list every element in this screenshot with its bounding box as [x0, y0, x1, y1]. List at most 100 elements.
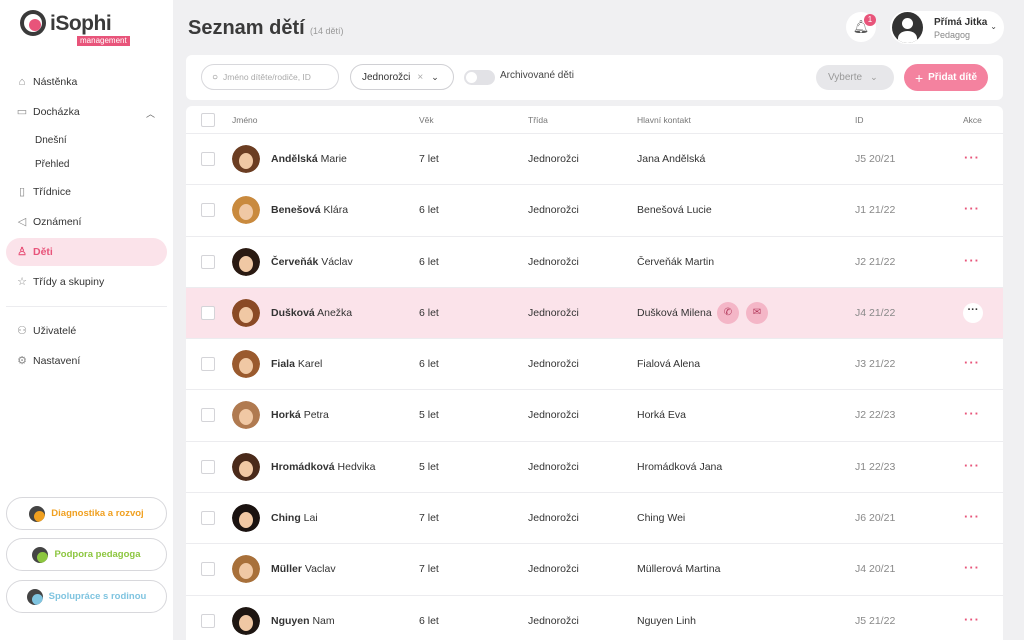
row-checkbox[interactable]	[201, 408, 215, 423]
row-checkbox[interactable]	[201, 254, 215, 269]
sidebar-item-uzivatele[interactable]: ⚇ Uživatelé	[6, 317, 167, 345]
add-child-button[interactable]: + Přidat dítě	[904, 64, 988, 91]
sidebar-item-tridy[interactable]: ☆ Třídy a skupiny	[6, 268, 167, 296]
child-avatar	[232, 350, 260, 379]
child-firstname: Anežka	[317, 306, 353, 319]
add-child-label: Přidat dítě	[928, 72, 978, 83]
archived-toggle[interactable]	[464, 70, 495, 85]
column-header-class[interactable]: Třída	[528, 115, 548, 125]
child-avatar	[232, 196, 260, 225]
child-surname: Fiala	[271, 358, 295, 371]
table-row[interactable]: Červeňák Václav 6 let Jednorožci Červeňák M…	[186, 237, 1003, 288]
more-icon: ···	[964, 201, 980, 217]
more-icon: ···	[964, 406, 980, 422]
row-actions-button[interactable]: ···	[964, 151, 980, 164]
user-menu[interactable]: Přímá Jitka Pedagog ⌄	[890, 11, 1004, 44]
child-name[interactable]: Hromádková Hedvika	[271, 461, 375, 473]
table-row[interactable]: Andělská Marie 7 let Jednorožci Jana Anděls…	[186, 134, 1003, 186]
table-row[interactable]: Ching Lai 7 let Jednorožci Ching Wei J6 20/2…	[186, 493, 1003, 545]
row-checkbox[interactable]	[201, 152, 215, 166]
avatar-face	[239, 614, 253, 631]
child-name[interactable]: Müller Vaclav	[271, 563, 336, 575]
podpora-label: Podpora pedagoga	[54, 549, 141, 560]
row-actions-button[interactable]: ···	[964, 201, 980, 217]
table-row[interactable]: Horká Petra 5 let Jednorožci Horká Eva J2 22…	[186, 390, 1003, 442]
diagnostika-label: Diagnostika a rozvoj	[51, 508, 144, 519]
plus-icon: +	[914, 69, 924, 86]
main-contact: Horká Eva	[637, 409, 687, 422]
table-row[interactable]: Fiala Karel 6 let Jednorožci Fialová Alena J…	[186, 339, 1003, 391]
sidebar-item-deti[interactable]: ♙ Děti	[6, 238, 167, 266]
column-header-actions: Akce	[963, 115, 982, 125]
row-checkbox[interactable]	[201, 511, 215, 526]
more-icon: ···	[967, 303, 979, 316]
child-age: 7 let	[419, 153, 439, 165]
column-header-id[interactable]: ID	[855, 115, 864, 125]
search-input[interactable]	[223, 72, 334, 82]
spoluprace-button[interactable]: Spolupráce s rodinou	[6, 580, 167, 613]
child-name[interactable]: Benešová Klára	[271, 204, 348, 216]
child-name[interactable]: Andělská Marie	[271, 153, 347, 165]
child-name[interactable]: Fiala Karel	[271, 358, 322, 370]
row-checkbox[interactable]	[201, 305, 215, 320]
table-row[interactable]: Dušková Anežka 6 let Jednorožci Dušková Mil…	[186, 287, 1003, 340]
row-actions-button[interactable]: ···	[964, 459, 980, 472]
child-name[interactable]: Horká Petra	[271, 409, 329, 421]
sidebar-subitem-prehled[interactable]: Přehled	[35, 152, 173, 176]
search-box[interactable]: ○	[201, 64, 339, 90]
row-actions-button[interactable]: ···	[964, 510, 980, 523]
call-button[interactable]: ✆	[717, 301, 739, 324]
child-name[interactable]: Dušková Anežka	[271, 307, 352, 319]
child-class: Jednorožci	[528, 563, 579, 576]
table-row[interactable]: Müller Vaclav 7 let Jednorožci Müllerová Ma…	[186, 544, 1003, 596]
podpora-pedagoga-button[interactable]: Podpora pedagoga	[6, 538, 167, 571]
child-avatar	[232, 555, 260, 584]
column-header-name[interactable]: Jméno	[232, 115, 258, 125]
row-actions-button[interactable]: ···	[964, 613, 980, 626]
app-logo[interactable]: iSophi management	[20, 10, 130, 46]
row-actions-button[interactable]: ···	[964, 406, 980, 422]
child-id: J2 21/22	[855, 255, 896, 268]
clear-filter-icon[interactable]: ×	[417, 72, 423, 83]
row-checkbox[interactable]	[201, 203, 215, 218]
child-name[interactable]: Nguyen Nam	[271, 615, 335, 627]
column-header-age[interactable]: Věk	[419, 115, 434, 125]
diagnostika-button[interactable]: Diagnostika a rozvoj	[6, 497, 167, 530]
sidebar-subitem-dnesni[interactable]: Dnešní	[35, 128, 173, 152]
row-checkbox[interactable]	[201, 562, 215, 577]
table-header: Jméno Věk Třída Hlavní kontakt ID Akce	[186, 106, 1003, 134]
row-actions-button[interactable]: ···	[964, 561, 980, 574]
sidebar-item-oznameni[interactable]: ◁ Oznámení	[6, 208, 167, 236]
select-all-checkbox[interactable]	[201, 113, 215, 127]
child-name[interactable]: Červeňák Václav	[271, 256, 353, 268]
row-checkbox[interactable]	[201, 357, 215, 372]
child-firstname: Hedvika	[337, 460, 376, 473]
table-row[interactable]: Benešová Klára 6 let Jednorožci Benešová Lu…	[186, 185, 1003, 237]
row-actions-button[interactable]: ···	[964, 356, 980, 369]
class-filter[interactable]: Jednorožci × ⌄	[350, 64, 454, 90]
home-icon: ⌂	[18, 76, 26, 88]
main-contact: Müllerová Martina	[637, 563, 721, 576]
child-name[interactable]: Ching Lai	[271, 512, 318, 524]
sidebar: iSophi management ⌂ Nástěnka ▭ Docházka …	[0, 0, 173, 640]
sidebar-item-nastaveni[interactable]: ⚙ Nastavení	[6, 347, 167, 375]
sidebar-item-tridnice[interactable]: ▯ Třídnice	[6, 178, 167, 206]
table-row[interactable]: Nguyen Nam 6 let Jednorožci Nguyen Linh J5 2…	[186, 596, 1003, 640]
sidebar-item-dochazka[interactable]: ▭ Docházka ︿	[6, 98, 167, 126]
sidebar-item-label: Docházka	[33, 106, 80, 118]
child-firstname: Václav	[321, 255, 353, 268]
email-button[interactable]: ✉	[746, 301, 768, 324]
notification-badge: 1	[864, 14, 876, 26]
sidebar-item-label: Třídy a skupiny	[33, 276, 105, 288]
child-id: J2 22/23	[855, 409, 896, 422]
bulk-action-select[interactable]: Vyberte ⌄	[816, 65, 894, 90]
sidebar-item-nastenka[interactable]: ⌂ Nástěnka	[6, 68, 167, 96]
row-actions-button[interactable]: ···	[964, 254, 980, 267]
child-avatar	[232, 401, 260, 430]
child-surname: Hromádková	[271, 460, 335, 473]
column-header-contact[interactable]: Hlavní kontakt	[637, 115, 691, 125]
table-row[interactable]: Hromádková Hedvika 5 let Jednorožci Hromádk…	[186, 442, 1003, 494]
row-actions-button[interactable]: ···	[963, 302, 983, 323]
row-checkbox[interactable]	[201, 459, 215, 474]
row-checkbox[interactable]	[201, 613, 215, 628]
